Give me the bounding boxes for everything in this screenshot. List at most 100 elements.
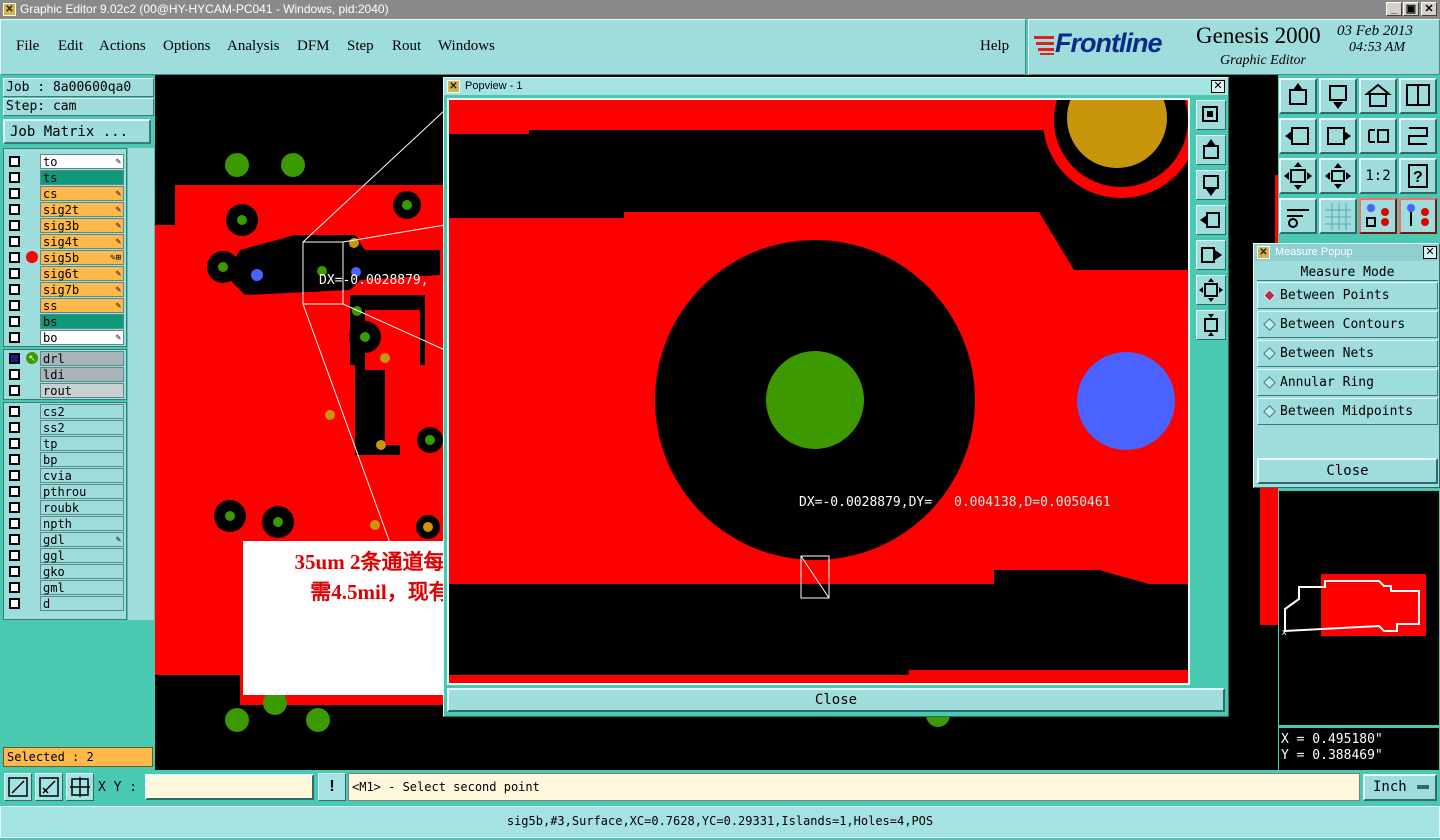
layer-row-npth[interactable]: npth: [6, 516, 124, 531]
select-mode-icon[interactable]: [4, 773, 32, 801]
layer-row-gdl[interactable]: gdl ✎: [6, 532, 124, 547]
layer-checkbox[interactable]: [9, 188, 20, 199]
layer-name[interactable]: sig2t ✎: [40, 202, 124, 217]
zoom-home-icon[interactable]: [1196, 100, 1226, 130]
close-window-button[interactable]: ✕: [1421, 2, 1437, 16]
layer-checkbox[interactable]: [9, 284, 20, 295]
popview-close-button[interactable]: Close: [447, 688, 1225, 712]
layer-name[interactable]: sig4t ✎: [40, 234, 124, 249]
layer-checkbox[interactable]: [9, 598, 20, 609]
layer-name[interactable]: sig3b ✎: [40, 218, 124, 233]
grid-icon[interactable]: [1319, 198, 1357, 234]
layer-name[interactable]: pthrou: [40, 484, 124, 499]
layer-row-sig6t[interactable]: sig6t ✎: [6, 266, 124, 281]
layer-checkbox[interactable]: [9, 566, 20, 577]
layer-name[interactable]: rout: [40, 383, 124, 398]
alert-icon[interactable]: !: [318, 773, 346, 801]
option-between-nets[interactable]: Between Nets: [1257, 340, 1438, 367]
popview-close-icon[interactable]: ✕: [1211, 80, 1225, 93]
menu-edit[interactable]: Edit: [58, 38, 83, 55]
layer-name[interactable]: ldi: [40, 367, 124, 382]
layer-row-roubk[interactable]: roubk: [6, 500, 124, 515]
layer-name[interactable]: bs: [40, 314, 124, 329]
menu-actions[interactable]: Actions: [99, 38, 146, 55]
pan-left-tool-icon[interactable]: [1279, 118, 1317, 154]
layer-checkbox[interactable]: [9, 300, 20, 311]
pan-left-icon[interactable]: [1196, 205, 1226, 235]
layer-checkbox[interactable]: [9, 353, 20, 364]
layer-checkbox[interactable]: [9, 438, 20, 449]
layer-name[interactable]: sig6t ✎: [40, 266, 124, 281]
xy-input[interactable]: [145, 774, 314, 800]
layer-checkbox[interactable]: [9, 332, 20, 343]
layer-checkbox[interactable]: [9, 406, 20, 417]
help-icon[interactable]: ?: [1399, 158, 1437, 194]
layer-row-ldi[interactable]: ldi: [6, 367, 124, 382]
layer-name[interactable]: bo ✎: [40, 330, 124, 345]
layer-name[interactable]: gml: [40, 580, 124, 595]
layer-row-gml[interactable]: gml: [6, 580, 124, 595]
scale-ratio-button[interactable]: 1:2: [1359, 158, 1397, 194]
overview-map[interactable]: x: [1278, 490, 1440, 726]
menu-help[interactable]: Help: [980, 38, 1009, 55]
menu-windows[interactable]: Windows: [438, 38, 495, 55]
measure-close-icon[interactable]: ✕: [1423, 246, 1437, 259]
layer-compare-icon[interactable]: [1399, 198, 1437, 234]
layer-checkbox[interactable]: [9, 204, 20, 215]
layer-name[interactable]: ss ✎: [40, 298, 124, 313]
layer-name[interactable]: gko: [40, 564, 124, 579]
layer-row-bo[interactable]: bo ✎: [6, 330, 124, 345]
menu-step[interactable]: Step: [347, 38, 374, 55]
option-annular-ring[interactable]: Annular Ring: [1257, 369, 1438, 396]
layer-name[interactable]: to ✎: [40, 154, 124, 169]
layer-checkbox[interactable]: [9, 268, 20, 279]
layer-checkbox[interactable]: [9, 502, 20, 513]
option-between-contours[interactable]: Between Contours: [1257, 311, 1438, 338]
layer-row-bs[interactable]: bs: [6, 314, 124, 329]
layer-row-sig5b[interactable]: sig5b ✎⊞: [6, 250, 124, 265]
layer-name[interactable]: sig5b ✎⊞: [40, 250, 124, 265]
swap-icon[interactable]: [1399, 118, 1437, 154]
layer-checkbox[interactable]: [9, 582, 20, 593]
tools-icon[interactable]: [1279, 198, 1317, 234]
layer-name[interactable]: ss2: [40, 420, 124, 435]
layer-row-to[interactable]: to ✎: [6, 154, 124, 169]
pan-right-tool-icon[interactable]: [1319, 118, 1357, 154]
layer-name[interactable]: d: [40, 596, 124, 611]
zoom-fit-icon[interactable]: [1279, 78, 1317, 114]
layer-checkbox[interactable]: [9, 220, 20, 231]
job-matrix-button[interactable]: Job Matrix ...: [3, 119, 151, 144]
menu-rout[interactable]: Rout: [392, 38, 421, 55]
layer-name[interactable]: drl: [40, 351, 124, 366]
layer-row-sig3b[interactable]: sig3b ✎: [6, 218, 124, 233]
layer-row-sig7b[interactable]: sig7b ✎: [6, 282, 124, 297]
layer-checkbox[interactable]: [9, 518, 20, 529]
menu-analysis[interactable]: Analysis: [227, 38, 280, 55]
zoom-in-icon[interactable]: [1196, 310, 1226, 340]
layer-name[interactable]: tp: [40, 436, 124, 451]
window-title-bar[interactable]: ✕ Graphic Editor 9.02c2 (00@HY-HYCAM-PC0…: [0, 0, 1440, 19]
menu-file[interactable]: File: [16, 38, 39, 55]
layer-checkbox[interactable]: [9, 316, 20, 327]
split-view-icon[interactable]: [1399, 78, 1437, 114]
maximize-button[interactable]: ▣: [1403, 2, 1419, 16]
popview-pcb-zoom[interactable]: [449, 100, 1190, 685]
layer-name[interactable]: cs ✎: [40, 186, 124, 201]
option-between-points[interactable]: Between Points: [1257, 282, 1438, 309]
pan-up-icon[interactable]: [1196, 135, 1226, 165]
layer-row-cvia[interactable]: cvia: [6, 468, 124, 483]
layer-row-rout[interactable]: rout: [6, 383, 124, 398]
pan-right-icon[interactable]: [1196, 240, 1226, 270]
layer-nets-icon[interactable]: [1359, 198, 1397, 234]
layer-row-sig2t[interactable]: sig2t ✎: [6, 202, 124, 217]
home-icon[interactable]: [1359, 78, 1397, 114]
layer-row-cs2[interactable]: cs2: [6, 404, 124, 419]
layer-name[interactable]: ts: [40, 170, 124, 185]
layer-checkbox[interactable]: [9, 422, 20, 433]
layer-row-gko[interactable]: gko: [6, 564, 124, 579]
layer-row-sig4t[interactable]: sig4t ✎: [6, 234, 124, 249]
layer-checkbox[interactable]: [9, 172, 20, 183]
layer-checkbox[interactable]: [9, 534, 20, 545]
layer-name[interactable]: bp: [40, 452, 124, 467]
layer-checkbox[interactable]: [9, 470, 20, 481]
